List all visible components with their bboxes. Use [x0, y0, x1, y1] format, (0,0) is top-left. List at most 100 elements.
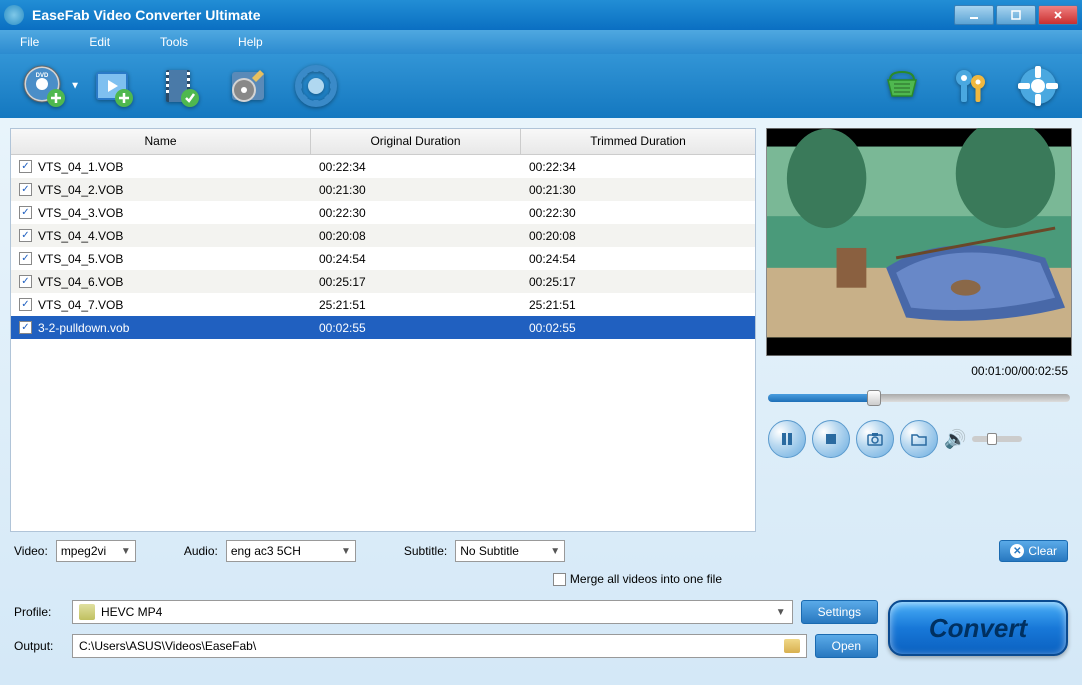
settings-profile-button[interactable]: Settings: [801, 600, 878, 624]
preview-time: 00:01:00/00:02:55: [766, 362, 1072, 380]
volume-icon[interactable]: 🔊: [944, 429, 966, 450]
convert-button[interactable]: Convert: [888, 600, 1068, 656]
orig-duration: 00:21:30: [311, 180, 521, 200]
subtitle-track-select[interactable]: No Subtitle▼: [455, 540, 565, 562]
trim-duration: 00:02:55: [521, 318, 755, 338]
orig-duration: 00:22:30: [311, 203, 521, 223]
menu-help[interactable]: Help: [238, 35, 263, 49]
folder-icon[interactable]: [784, 639, 800, 653]
chevron-down-icon: ▼: [70, 81, 80, 92]
minimize-button[interactable]: [954, 5, 994, 25]
column-header-orig-duration[interactable]: Original Duration: [311, 129, 521, 154]
preview-video[interactable]: [766, 128, 1072, 356]
column-header-trim-duration[interactable]: Trimmed Duration: [521, 129, 755, 154]
video-track-label: Video:: [14, 544, 48, 558]
load-disc-button[interactable]: DVD ▼: [20, 62, 68, 110]
merge-label: Merge all videos into one file: [570, 572, 722, 586]
seek-thumb[interactable]: [867, 390, 881, 406]
audio-track-label: Audio:: [184, 544, 218, 558]
merge-checkbox[interactable]: [553, 573, 566, 586]
app-icon: [4, 5, 24, 25]
stop-button[interactable]: [812, 420, 850, 458]
audio-track-select[interactable]: eng ac3 5CH▼: [226, 540, 356, 562]
preview-panel: 00:01:00/00:02:55 🔊: [766, 128, 1072, 532]
row-checkbox[interactable]: ✓: [19, 321, 32, 334]
table-row[interactable]: ✓ VTS_04_4.VOB 00:20:0800:20:08: [11, 224, 755, 247]
close-button[interactable]: [1038, 5, 1078, 25]
toolbar: DVD ▼: [0, 54, 1082, 118]
seek-slider[interactable]: [768, 394, 1070, 402]
file-name: VTS_04_4.VOB: [38, 229, 123, 243]
file-name: VTS_04_6.VOB: [38, 275, 123, 289]
file-name: 3-2-pulldown.vob: [38, 321, 129, 335]
titlebar: EaseFab Video Converter Ultimate: [0, 0, 1082, 30]
edit-video-button[interactable]: [156, 62, 204, 110]
file-name: VTS_04_7.VOB: [38, 298, 123, 312]
file-list-panel: Name Original Duration Trimmed Duration …: [10, 128, 756, 532]
trim-duration: 00:24:54: [521, 249, 755, 269]
row-checkbox[interactable]: ✓: [19, 298, 32, 311]
table-row[interactable]: ✓ VTS_04_6.VOB 00:25:1700:25:17: [11, 270, 755, 293]
chevron-down-icon: ▼: [550, 546, 560, 557]
row-checkbox[interactable]: ✓: [19, 252, 32, 265]
add-video-button[interactable]: [88, 62, 136, 110]
column-header-name[interactable]: Name: [11, 129, 311, 154]
file-list[interactable]: ✓ VTS_04_1.VOB 00:22:3400:22:34 ✓ VTS_04_2.V…: [11, 155, 755, 531]
window-title: EaseFab Video Converter Ultimate: [32, 7, 954, 23]
trim-duration: 00:22:30: [521, 203, 755, 223]
menu-tools[interactable]: Tools: [160, 35, 188, 49]
file-name: VTS_04_5.VOB: [38, 252, 123, 266]
file-name: VTS_04_1.VOB: [38, 160, 123, 174]
orig-duration: 00:02:55: [311, 318, 521, 338]
chevron-down-icon: ▼: [341, 546, 351, 557]
profile-select[interactable]: HEVC MP4 ▼: [72, 600, 793, 624]
row-checkbox[interactable]: ✓: [19, 160, 32, 173]
trim-duration: 00:21:30: [521, 180, 755, 200]
table-row[interactable]: ✓ VTS_04_7.VOB 25:21:5125:21:51: [11, 293, 755, 316]
orig-duration: 00:25:17: [311, 272, 521, 292]
purchase-button[interactable]: [878, 62, 926, 110]
trim-duration: 00:20:08: [521, 226, 755, 246]
clear-button[interactable]: ✕Clear: [999, 540, 1068, 562]
table-row[interactable]: ✓ VTS_04_2.VOB 00:21:3000:21:30: [11, 178, 755, 201]
video-track-select[interactable]: mpeg2vi▼: [56, 540, 136, 562]
open-output-button[interactable]: Open: [815, 634, 878, 658]
table-row[interactable]: ✓ 3-2-pulldown.vob 00:02:5500:02:55: [11, 316, 755, 339]
file-name: VTS_04_2.VOB: [38, 183, 123, 197]
table-row[interactable]: ✓ VTS_04_5.VOB 00:24:5400:24:54: [11, 247, 755, 270]
maximize-button[interactable]: [996, 5, 1036, 25]
trim-duration: 00:22:34: [521, 157, 755, 177]
menu-edit[interactable]: Edit: [89, 35, 110, 49]
pause-button[interactable]: [768, 420, 806, 458]
snapshot-button[interactable]: [856, 420, 894, 458]
table-row[interactable]: ✓ VTS_04_1.VOB 00:22:3400:22:34: [11, 155, 755, 178]
trim-duration: 25:21:51: [521, 295, 755, 315]
row-checkbox[interactable]: ✓: [19, 206, 32, 219]
register-button[interactable]: [946, 62, 994, 110]
orig-duration: 00:24:54: [311, 249, 521, 269]
profile-icon: [79, 604, 95, 620]
file-name: VTS_04_3.VOB: [38, 206, 123, 220]
open-folder-button[interactable]: [900, 420, 938, 458]
clear-x-icon: ✕: [1010, 544, 1024, 558]
row-checkbox[interactable]: ✓: [19, 229, 32, 242]
output-path-input[interactable]: C:\Users\ASUS\Videos\EaseFab\: [72, 634, 807, 658]
table-row[interactable]: ✓ VTS_04_3.VOB 00:22:3000:22:30: [11, 201, 755, 224]
chevron-down-icon: ▼: [776, 607, 786, 618]
orig-duration: 00:22:34: [311, 157, 521, 177]
settings-button[interactable]: [292, 62, 340, 110]
chevron-down-icon: ▼: [121, 546, 131, 557]
row-checkbox[interactable]: ✓: [19, 275, 32, 288]
volume-slider[interactable]: [972, 436, 1022, 442]
menubar: File Edit Tools Help: [0, 30, 1082, 54]
row-checkbox[interactable]: ✓: [19, 183, 32, 196]
output-label: Output:: [14, 639, 64, 653]
svg-text:DVD: DVD: [36, 73, 49, 79]
orig-duration: 00:20:08: [311, 226, 521, 246]
help-button[interactable]: [1014, 62, 1062, 110]
trim-duration: 00:25:17: [521, 272, 755, 292]
profile-label: Profile:: [14, 605, 64, 619]
orig-duration: 25:21:51: [311, 295, 521, 315]
burn-disc-button[interactable]: [224, 62, 272, 110]
menu-file[interactable]: File: [20, 35, 39, 49]
